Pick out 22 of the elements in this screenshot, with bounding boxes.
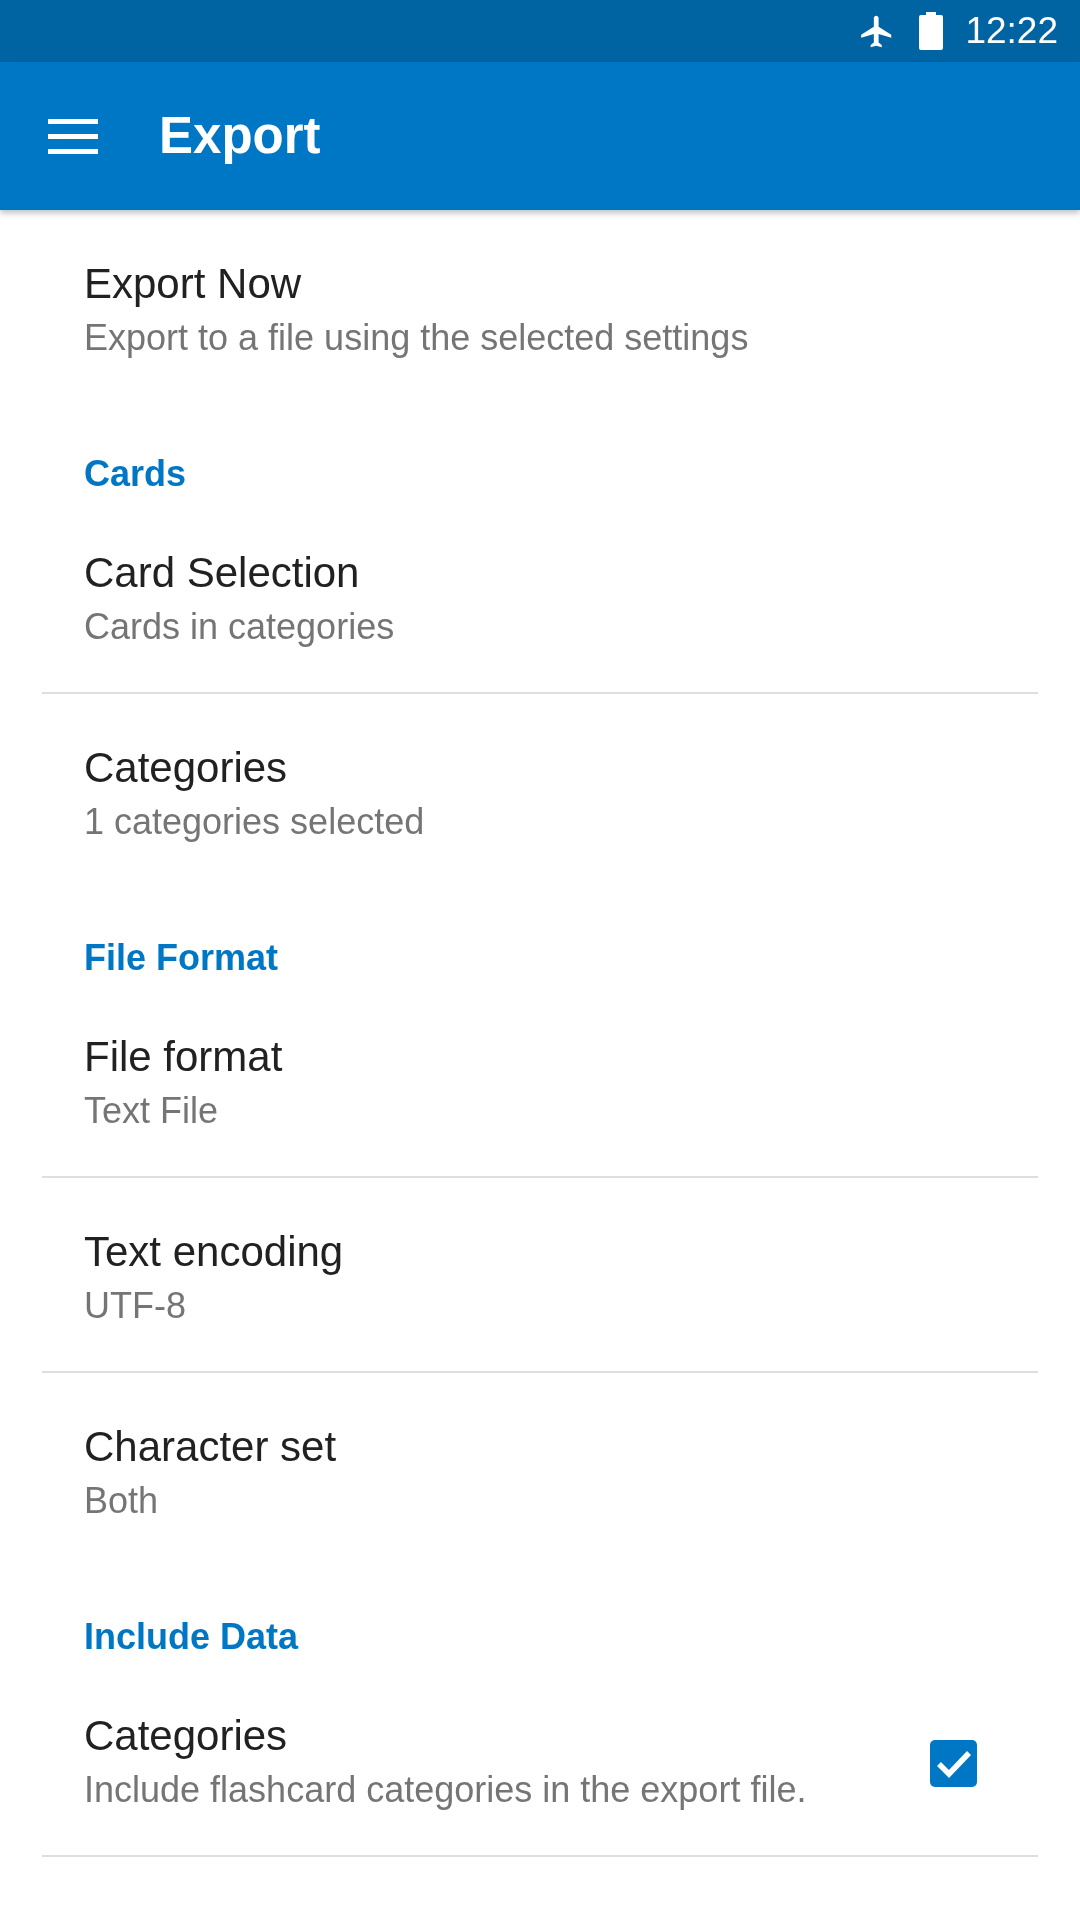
battery-icon [919, 12, 944, 50]
setting-summary: Text File [84, 1089, 220, 1133]
setting-title[interactable]: File format [84, 1030, 977, 1084]
setting-title[interactable]: Categories [84, 1709, 900, 1763]
clock-time: 12:22 [965, 9, 1058, 53]
setting-summary: Include flashcard categories in the export file. [84, 1768, 808, 1812]
setting-title[interactable]: Categories [84, 741, 977, 795]
menu-icon[interactable] [48, 118, 98, 154]
checkbox[interactable] [930, 1739, 977, 1787]
setting-summary: Export to a file using the selected settings [84, 316, 750, 360]
category-header: Include Data [84, 1615, 300, 1659]
setting-title[interactable]: Character set [84, 1420, 977, 1474]
screen-title: Export [159, 106, 321, 166]
setting-title[interactable]: Card Selection [84, 546, 977, 600]
setting-title[interactable]: Text encoding [84, 1225, 977, 1279]
category-header: File Format [84, 936, 280, 980]
setting-title[interactable]: Export Now [84, 257, 977, 311]
setting-summary: 1 categories selected [84, 800, 426, 844]
setting-summary: Both [84, 1479, 160, 1523]
setting-summary: Cards in categories [84, 605, 396, 649]
category-header: Cards [84, 452, 188, 496]
setting-summary: UTF-8 [84, 1284, 187, 1328]
